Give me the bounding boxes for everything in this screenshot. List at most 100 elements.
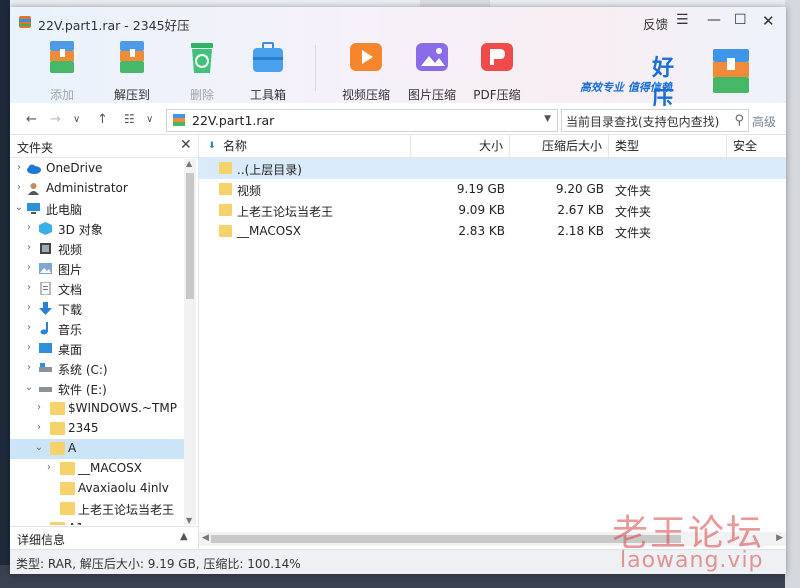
minimize-button[interactable]: — bbox=[707, 12, 721, 28]
tree-item-desktop[interactable]: › 桌面 bbox=[10, 339, 184, 359]
expand-arrow-icon[interactable]: › bbox=[24, 282, 34, 293]
image-compress-icon bbox=[416, 43, 448, 71]
tree-item-documents[interactable]: › 文档 bbox=[10, 279, 184, 299]
image-compress-label: 图片压缩 bbox=[407, 88, 456, 102]
scroll-right-icon[interactable]: ▶ bbox=[776, 533, 783, 543]
expand-arrow-icon[interactable]: › bbox=[24, 342, 34, 353]
file-packed-size: 9.20 GB bbox=[555, 182, 604, 196]
column-label: 类型 bbox=[615, 139, 640, 153]
tree-item-3d-objects[interactable]: › 3D 对象 bbox=[10, 219, 184, 239]
file-type: 文件夹 bbox=[615, 184, 652, 198]
details-panel-header[interactable]: 详细信息 ▲ bbox=[10, 526, 199, 549]
menu-icon[interactable]: ☰ bbox=[676, 12, 689, 28]
tree-item-pictures[interactable]: › 图片 bbox=[10, 259, 184, 279]
toolbox-button[interactable]: 工具箱 bbox=[238, 37, 298, 103]
address-path: 22V.part1.rar bbox=[192, 113, 275, 128]
column-size[interactable]: 大小 bbox=[411, 135, 510, 157]
add-label: 添加 bbox=[49, 88, 74, 102]
file-type: 文件夹 bbox=[615, 205, 652, 219]
tree-item-label: 音乐 bbox=[58, 323, 83, 337]
collapse-arrow-icon[interactable]: ⌄ bbox=[14, 202, 24, 213]
download-icon bbox=[39, 302, 52, 315]
folder-pane-header: 文件夹 ✕ bbox=[10, 135, 198, 158]
close-pane-icon[interactable]: ✕ bbox=[180, 137, 192, 153]
window-title: 22V.part1.rar - 2345好压 bbox=[38, 18, 190, 33]
forward-arrow-icon[interactable]: → bbox=[50, 112, 61, 127]
expand-arrow-icon[interactable]: › bbox=[14, 162, 24, 173]
maximize-button[interactable]: ☐ bbox=[734, 12, 747, 28]
address-dropdown-icon[interactable]: ▼ bbox=[544, 114, 551, 124]
table-row[interactable]: 视频 9.19 GB 9.20 GB 文件夹 bbox=[199, 179, 786, 200]
view-mode-icon[interactable]: ☷ bbox=[124, 112, 135, 126]
tree-item-this-pc[interactable]: ⌄ 此电脑 bbox=[10, 199, 184, 219]
history-chevron-icon[interactable]: ∨ bbox=[73, 114, 80, 125]
column-type[interactable]: 类型 bbox=[609, 135, 727, 157]
computer-icon bbox=[27, 203, 40, 214]
tree-item-a[interactable]: ⌄ A bbox=[10, 439, 184, 459]
tree-item-drive-e[interactable]: ⌄ 软件 (E:) bbox=[10, 379, 184, 399]
expand-arrow-icon[interactable]: › bbox=[24, 262, 34, 273]
feedback-button[interactable]: 反馈 bbox=[643, 14, 668, 33]
table-row[interactable]: ..(上层目录) bbox=[199, 158, 786, 179]
app-window: 22V.part1.rar - 2345好压 反馈 ☰ — ☐ ✕ 添加 解压到 bbox=[10, 7, 786, 574]
address-field[interactable]: 22V.part1.rar ▼ bbox=[166, 109, 558, 132]
expand-arrow-icon[interactable]: › bbox=[24, 222, 34, 233]
back-arrow-icon[interactable]: ← bbox=[26, 112, 37, 127]
expand-arrow-icon[interactable]: › bbox=[24, 242, 34, 253]
expand-arrow-icon[interactable]: › bbox=[14, 182, 24, 193]
expand-arrow-icon[interactable]: › bbox=[24, 322, 34, 333]
column-security[interactable]: 安全 bbox=[727, 135, 786, 157]
view-chevron-icon[interactable]: ∨ bbox=[146, 114, 153, 125]
chevron-up-icon[interactable]: ▲ bbox=[180, 531, 188, 542]
tree-item-a1[interactable]: A1 bbox=[10, 519, 184, 525]
search-icon[interactable]: ⚲ bbox=[734, 113, 744, 128]
delete-button[interactable]: 删除 bbox=[172, 37, 232, 103]
tree-item-2345[interactable]: › 2345 bbox=[10, 419, 184, 439]
scrollbar-thumb[interactable] bbox=[186, 173, 194, 299]
folder-tree-scrollbar[interactable]: ▲ ▼ bbox=[184, 159, 196, 525]
table-row[interactable]: __MACOSX 2.83 KB 2.18 KB 文件夹 bbox=[199, 221, 786, 242]
tree-item-windows-tmp[interactable]: › $WINDOWS.~TMP bbox=[10, 399, 184, 419]
image-compress-button[interactable]: 图片压缩 bbox=[402, 37, 462, 103]
expand-arrow-icon[interactable]: › bbox=[34, 422, 44, 433]
tree-item-onedrive[interactable]: › OneDrive bbox=[10, 159, 184, 179]
folder-icon bbox=[50, 522, 65, 525]
pdf-compress-button[interactable]: PDF压缩 bbox=[467, 37, 527, 103]
column-packed-size[interactable]: 压缩后大小 bbox=[510, 135, 609, 157]
user-icon bbox=[28, 183, 39, 195]
expand-arrow-icon[interactable]: › bbox=[24, 362, 34, 373]
collapse-arrow-icon[interactable]: ⌄ bbox=[34, 442, 44, 453]
expand-arrow-icon[interactable]: › bbox=[24, 302, 34, 313]
brand-slogan: 高效专业 值得信赖 bbox=[580, 81, 672, 94]
tree-item-avaxiaolu[interactable]: Avaxiaolu 4inlv bbox=[10, 479, 184, 499]
tree-item-macosx[interactable]: › __MACOSX bbox=[10, 459, 184, 479]
table-row[interactable]: 上老王论坛当老王 9.09 KB 2.67 KB 文件夹 bbox=[199, 200, 786, 221]
scrollbar-thumb[interactable] bbox=[211, 535, 681, 543]
expand-arrow-icon[interactable]: › bbox=[34, 402, 44, 413]
toolbox-icon bbox=[253, 42, 283, 72]
search-input[interactable]: 当前目录查找(支持包内查找) ⚲ bbox=[561, 109, 749, 132]
tree-item-label: A1 bbox=[68, 521, 84, 525]
video-compress-button[interactable]: 视频压缩 bbox=[336, 37, 396, 103]
close-button[interactable]: ✕ bbox=[762, 12, 775, 30]
tree-item-downloads[interactable]: › 下载 bbox=[10, 299, 184, 319]
tree-item-drive-c[interactable]: › 系统 (C:) bbox=[10, 359, 184, 379]
tree-item-label: 此电脑 bbox=[46, 203, 83, 217]
extract-button[interactable]: 解压到 bbox=[102, 37, 162, 103]
tree-item-administrator[interactable]: › Administrator bbox=[10, 179, 184, 199]
scroll-up-icon[interactable]: ▲ bbox=[186, 159, 192, 168]
collapse-arrow-icon[interactable]: ⌄ bbox=[24, 382, 34, 393]
sort-arrow-icon: ⬇ bbox=[208, 141, 216, 151]
advanced-search-link[interactable]: 高级 bbox=[752, 113, 776, 130]
up-arrow-icon[interactable]: ↑ bbox=[97, 112, 108, 127]
expand-arrow-icon[interactable]: › bbox=[44, 462, 54, 473]
add-button[interactable]: 添加 bbox=[32, 37, 92, 103]
extract-label: 解压到 bbox=[113, 88, 150, 102]
drive-icon bbox=[39, 387, 52, 392]
column-name[interactable]: ⬇ 名称 bbox=[199, 135, 411, 157]
scroll-left-icon[interactable]: ◀ bbox=[202, 533, 209, 543]
tree-item-laowang[interactable]: 上老王论坛当老王 bbox=[10, 499, 184, 519]
tree-item-music[interactable]: › 音乐 bbox=[10, 319, 184, 339]
tree-item-videos[interactable]: › 视频 bbox=[10, 239, 184, 259]
scroll-down-icon[interactable]: ▼ bbox=[186, 516, 192, 525]
